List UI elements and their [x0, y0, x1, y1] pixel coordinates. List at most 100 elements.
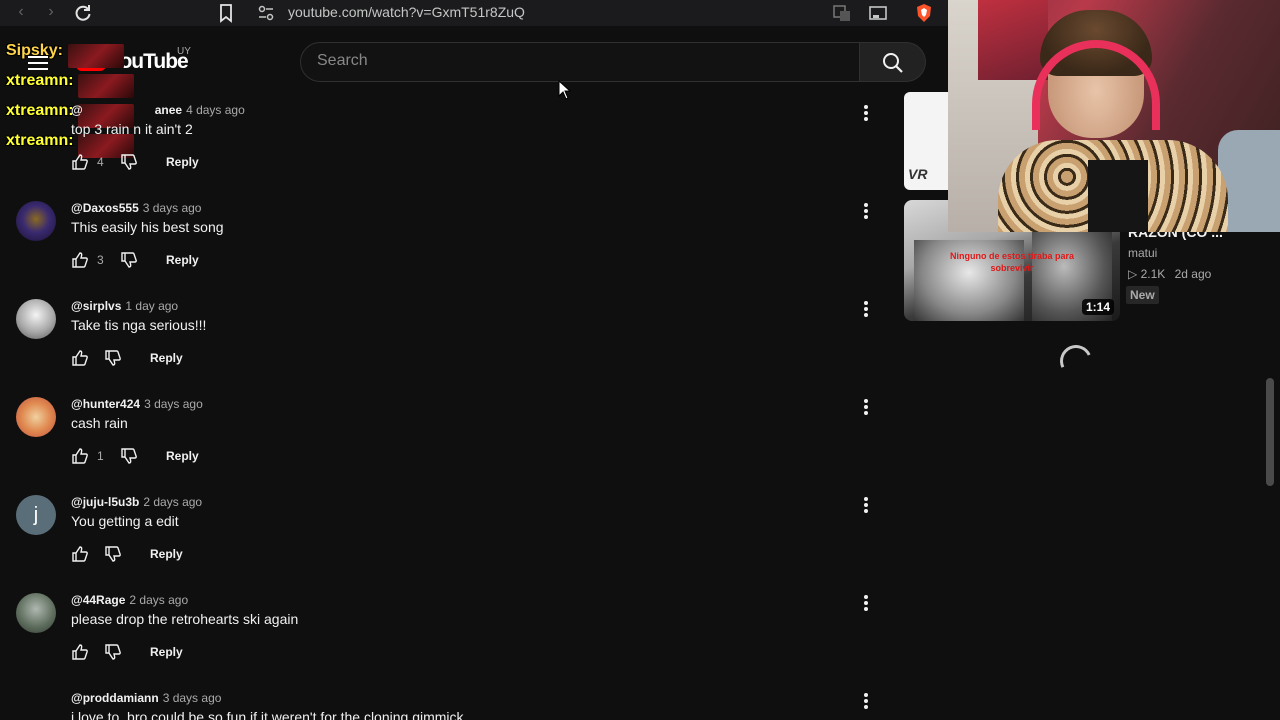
more-options-icon[interactable]	[864, 693, 868, 711]
comment-item: j @juju-l5u3b 2 days ago You getting a ed…	[0, 495, 890, 593]
view-count: 2.1K	[1140, 267, 1166, 281]
comment-author[interactable]: @sirplvs	[71, 299, 121, 313]
comment-meta: @Daxos555 3 days ago	[71, 201, 201, 215]
mouse-cursor-icon	[558, 80, 572, 100]
reply-button[interactable]: Reply	[150, 547, 183, 561]
more-options-icon[interactable]	[864, 301, 868, 319]
thumbs-down-icon[interactable]	[120, 251, 138, 269]
thumbs-down-icon[interactable]	[120, 153, 138, 171]
more-options-icon[interactable]	[864, 399, 868, 417]
avatar[interactable]	[16, 397, 56, 437]
cast-icon[interactable]	[868, 3, 888, 23]
thumbs-down-icon[interactable]	[104, 349, 122, 367]
comment-item: @hunter424 3 days ago cash rain 1 Reply	[0, 397, 890, 495]
comment-text: i love to, bro could be so fun if it wer…	[71, 709, 464, 720]
comment-author[interactable]: @44Rage	[71, 593, 125, 607]
thumbs-down-icon[interactable]	[104, 545, 122, 563]
comment-text: please drop the retrohearts ski again	[71, 611, 299, 627]
streamer-shirt	[1088, 160, 1148, 232]
search-icon	[883, 53, 903, 73]
comment-time[interactable]: 2 days ago	[129, 593, 188, 607]
upload-age: 2d ago	[1174, 267, 1212, 281]
avatar[interactable]: j	[16, 495, 56, 535]
thumbs-up-icon[interactable]	[71, 447, 89, 465]
webcam-overlay	[948, 0, 1280, 232]
thumbnail-caption: Ninguno de estos tiraba para sobrevivir	[949, 251, 1075, 273]
comment-author[interactable]: @juju-l5u3b	[71, 495, 139, 509]
chat-line: xtreamn:	[6, 72, 146, 102]
more-options-icon[interactable]	[864, 203, 868, 221]
thumbs-up-icon[interactable]	[71, 349, 89, 367]
comment-author[interactable]: @proddamiann	[71, 691, 159, 705]
more-options-icon[interactable]	[864, 497, 868, 515]
like-count: 1	[97, 449, 104, 463]
comment-author[interactable]: @	[71, 103, 83, 117]
search-button[interactable]	[860, 42, 926, 82]
related-video-thumbnail[interactable]: VR	[904, 92, 948, 190]
search-box[interactable]	[300, 42, 860, 82]
comment-item: @Daxos555 3 days ago This easily his best…	[0, 201, 890, 299]
comment-text: top 3 rain n it ain't 2	[71, 121, 193, 137]
comment-author[interactable]: @Daxos555	[71, 201, 139, 215]
site-settings-icon[interactable]	[256, 3, 276, 23]
comment-item: @proddamiann 3 days ago i love to, bro co…	[0, 691, 890, 720]
reply-button[interactable]: Reply	[150, 351, 183, 365]
address-bar[interactable]: youtube.com/watch?v=GxmT51r8ZuQ	[288, 4, 525, 20]
comment-item: @sirplvs 1 day ago Take tis nga serious!!…	[0, 299, 890, 397]
brave-shield-icon[interactable]	[914, 3, 934, 23]
thumbs-down-icon[interactable]	[104, 643, 122, 661]
thumbs-up-icon[interactable]	[71, 643, 89, 661]
comment-item: @44Rage 2 days ago please drop the retroh…	[0, 593, 890, 691]
play-icon: ▷	[1128, 267, 1138, 281]
more-options-icon[interactable]	[864, 595, 868, 613]
more-options-icon[interactable]	[864, 105, 868, 123]
avatar[interactable]	[16, 593, 56, 633]
thumbs-up-icon[interactable]	[71, 545, 89, 563]
reply-button[interactable]: Reply	[166, 253, 199, 267]
reply-button[interactable]: Reply	[166, 155, 199, 169]
video-duration: 1:14	[1081, 299, 1114, 315]
thumbs-up-icon[interactable]	[71, 153, 89, 171]
related-video-stats: ▷ 2.1K 2d ago	[1128, 267, 1211, 281]
comment-author[interactable]: @hunter424	[71, 397, 140, 411]
thumbs-up-icon[interactable]	[71, 251, 89, 269]
comment-time[interactable]: 1 day ago	[125, 299, 178, 313]
related-video-channel[interactable]: matui	[1128, 246, 1157, 260]
like-count: 3	[97, 253, 104, 267]
comment-item: @ anee 4 days ago top 3 rain n it ain't 2 …	[0, 103, 890, 201]
chat-line: Sipsky:	[6, 42, 146, 72]
bookmark-icon[interactable]	[216, 3, 236, 23]
comment-meta: @ anee 4 days ago	[71, 103, 245, 117]
new-badge: New	[1126, 286, 1159, 304]
avatar[interactable]	[16, 201, 56, 241]
back-icon[interactable]: ‹	[10, 2, 32, 24]
forward-icon[interactable]: ›	[40, 2, 62, 24]
comment-text: This easily his best song	[71, 219, 224, 235]
comment-meta: @juju-l5u3b 2 days ago	[71, 495, 202, 509]
comment-author-suffix[interactable]: anee	[155, 103, 182, 117]
reload-icon[interactable]	[73, 3, 93, 23]
loading-spinner-icon	[1055, 340, 1097, 382]
reply-button[interactable]: Reply	[166, 449, 199, 463]
comment-time[interactable]: 3 days ago	[144, 397, 203, 411]
comment-time[interactable]: 3 days ago	[163, 691, 222, 705]
search-input[interactable]	[317, 52, 837, 70]
country-code: UY	[177, 46, 191, 57]
translate-icon[interactable]	[832, 3, 852, 23]
reply-button[interactable]: Reply	[150, 645, 183, 659]
comment-time[interactable]: 2 days ago	[143, 495, 202, 509]
comment-meta: @proddamiann 3 days ago	[71, 691, 221, 705]
browser-toolbar: ‹ › youtube.com/watch?v=GxmT51r8ZuQ	[0, 0, 948, 26]
scrollbar[interactable]	[1266, 378, 1274, 486]
thumbnail-text: VR	[908, 166, 928, 182]
comment-time[interactable]: 3 days ago	[143, 201, 202, 215]
comment-time[interactable]: 4 days ago	[186, 103, 245, 117]
thumbs-down-icon[interactable]	[120, 447, 138, 465]
comment-text: cash rain	[71, 415, 128, 431]
comment-meta: @sirplvs 1 day ago	[71, 299, 178, 313]
chat-emote	[78, 74, 134, 98]
avatar[interactable]	[16, 299, 56, 339]
chat-username: xtreamn:	[6, 72, 74, 89]
background-poster	[978, 0, 1048, 80]
comment-text: You getting a edit	[71, 513, 179, 529]
